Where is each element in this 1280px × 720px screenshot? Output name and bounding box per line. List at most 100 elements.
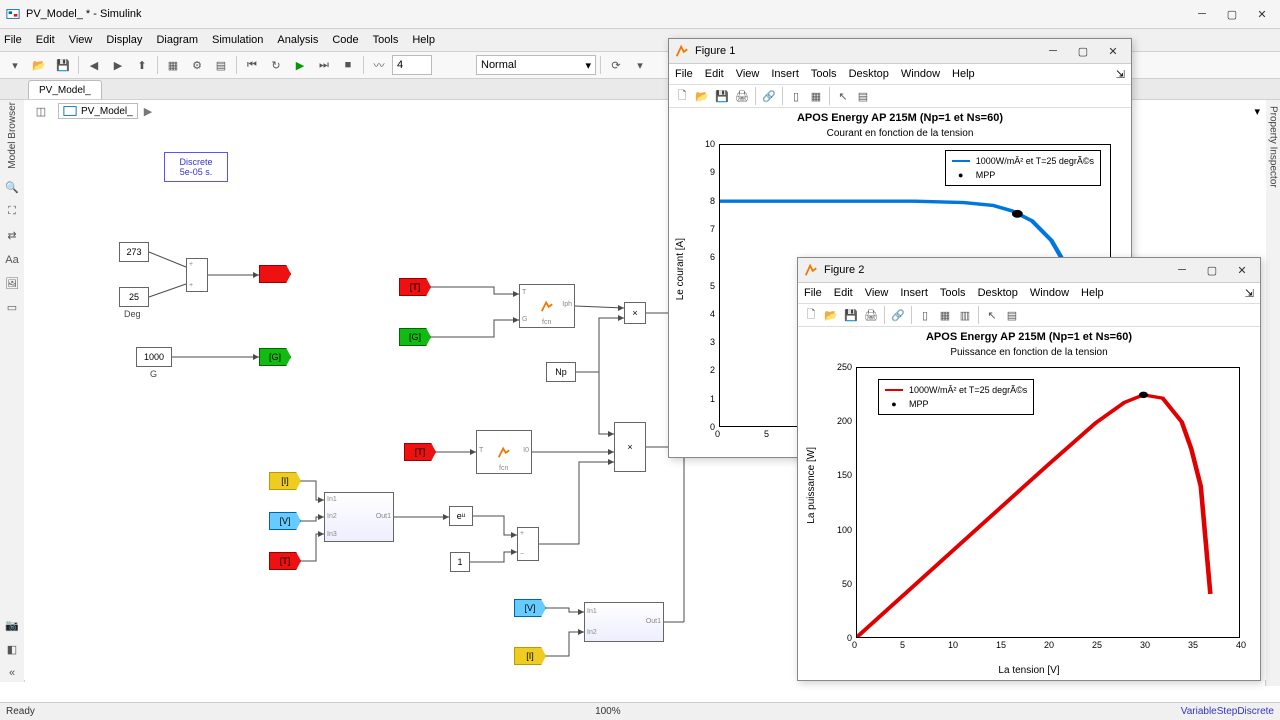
fig1-menu-edit[interactable]: Edit xyxy=(705,68,724,80)
fig2-layout2-icon[interactable]: ▦ xyxy=(936,306,954,324)
fig2-menu-help[interactable]: Help xyxy=(1081,287,1104,299)
fig2-layout3-icon[interactable]: ▥ xyxy=(956,306,974,324)
fig2-layout1-icon[interactable]: ▯ xyxy=(916,306,934,324)
menu-edit[interactable]: Edit xyxy=(36,34,55,46)
fig1-print-icon[interactable]: 🖨 xyxy=(733,87,751,105)
const-25[interactable]: 25 xyxy=(119,287,149,307)
fig1-minimize-icon[interactable]: ─ xyxy=(1041,41,1065,61)
subtract-block[interactable]: + − xyxy=(517,527,539,561)
sum-block[interactable]: + + xyxy=(186,258,208,292)
figure2-window[interactable]: Figure 2 ─ ▢ ✕ File Edit View Insert Too… xyxy=(797,257,1261,681)
record-icon[interactable]: 〰 xyxy=(368,54,390,76)
minimize-icon[interactable]: ─ xyxy=(1190,4,1214,24)
fig2-menu-desktop[interactable]: Desktop xyxy=(978,287,1018,299)
fig2-dock-icon[interactable]: ⇲ xyxy=(1245,287,1254,300)
from-I1[interactable]: [I] xyxy=(269,472,301,490)
from-V2[interactable]: [V] xyxy=(514,599,546,617)
fig2-close-icon[interactable]: ✕ xyxy=(1230,260,1254,280)
from-G1[interactable]: [G] xyxy=(399,328,431,346)
fastrestart-icon[interactable]: ⟳ xyxy=(605,54,627,76)
fit-icon[interactable]: ⛶ xyxy=(3,203,21,221)
zoom-icon[interactable]: 🔍 xyxy=(3,179,21,197)
fig1-insert-icon[interactable]: ▤ xyxy=(854,87,872,105)
menu-tools[interactable]: Tools xyxy=(373,34,399,46)
breadcrumb-dropdown-icon[interactable]: ▾ xyxy=(1254,105,1260,118)
from-T1[interactable]: [T] xyxy=(399,278,431,296)
fig1-menu-desktop[interactable]: Desktop xyxy=(849,68,889,80)
from-I2[interactable]: [I] xyxy=(514,647,546,665)
fig1-maximize-icon[interactable]: ▢ xyxy=(1071,41,1095,61)
menu-simulation[interactable]: Simulation xyxy=(212,34,263,46)
fig2-titlebar[interactable]: Figure 2 ─ ▢ ✕ xyxy=(798,258,1260,283)
from-T2[interactable]: [T] xyxy=(404,443,436,461)
fig2-menu-edit[interactable]: Edit xyxy=(834,287,853,299)
pan-icon[interactable]: ⇄ xyxy=(3,227,21,245)
fig1-titlebar[interactable]: Figure 1 ─ ▢ ✕ xyxy=(669,39,1131,64)
restart-icon[interactable]: ↻ xyxy=(265,54,287,76)
subsystem2[interactable]: In1 In2 Out1 xyxy=(584,602,664,642)
const-np[interactable]: Np xyxy=(546,362,576,382)
fcn-i0[interactable]: T I0 fcn xyxy=(476,430,532,474)
fig1-close-icon[interactable]: ✕ xyxy=(1101,41,1125,61)
birdseye-icon[interactable]: ◧ xyxy=(3,640,21,658)
property-inspector-label[interactable]: Property Inspector xyxy=(1268,106,1279,686)
fcn-iph[interactable]: T G Iph fcn xyxy=(519,284,575,328)
stop-icon[interactable]: ■ xyxy=(337,54,359,76)
from-V1[interactable]: [V] xyxy=(269,512,301,530)
product2[interactable]: × xyxy=(614,422,646,472)
run-icon[interactable]: ▶ xyxy=(289,54,311,76)
const-1[interactable]: 1 xyxy=(450,552,470,572)
menu-help[interactable]: Help xyxy=(412,34,435,46)
fig1-menu-tools[interactable]: Tools xyxy=(811,68,837,80)
highlight-icon[interactable]: ▭ xyxy=(3,299,21,317)
fig1-menu-window[interactable]: Window xyxy=(901,68,940,80)
status-solver[interactable]: VariableStepDiscrete xyxy=(1181,706,1274,717)
fig1-new-icon[interactable]: 🗋 xyxy=(673,87,691,105)
breadcrumb-root[interactable]: PV_Model_ xyxy=(58,103,138,119)
back-icon[interactable]: ◀ xyxy=(83,54,105,76)
fig1-cursor-icon[interactable]: ↖ xyxy=(834,87,852,105)
fig2-minimize-icon[interactable]: ─ xyxy=(1170,260,1194,280)
sim-mode-select[interactable]: Normal▾ xyxy=(476,55,596,75)
step-back-icon[interactable]: ⏮ xyxy=(241,54,263,76)
new-icon[interactable]: ▾ xyxy=(4,54,26,76)
fig1-layout2-icon[interactable]: ▦ xyxy=(807,87,825,105)
open-icon[interactable]: 📂 xyxy=(28,54,50,76)
forward-icon[interactable]: ▶ xyxy=(107,54,129,76)
fig2-menu-insert[interactable]: Insert xyxy=(900,287,928,299)
library-icon[interactable]: ▦ xyxy=(162,54,184,76)
screenshot-icon[interactable]: 📷 xyxy=(3,616,21,634)
stop-time-field[interactable]: 4 xyxy=(392,55,432,75)
fig2-menu-view[interactable]: View xyxy=(865,287,889,299)
const-1000[interactable]: 1000 xyxy=(136,347,172,367)
config-icon[interactable]: ⚙ xyxy=(186,54,208,76)
close-icon[interactable]: ✕ xyxy=(1250,4,1274,24)
maximize-icon[interactable]: ▢ xyxy=(1220,4,1244,24)
deploy-icon[interactable]: ▾ xyxy=(629,54,651,76)
menu-code[interactable]: Code xyxy=(332,34,358,46)
goto-G[interactable]: [G] xyxy=(259,348,291,366)
menu-analysis[interactable]: Analysis xyxy=(277,34,318,46)
model-tab[interactable]: PV_Model_ xyxy=(28,80,102,99)
fig1-open-icon[interactable]: 📂 xyxy=(693,87,711,105)
fig1-dock-icon[interactable]: ⇲ xyxy=(1116,68,1125,81)
fig2-print-icon[interactable]: 🖨 xyxy=(862,306,880,324)
fig2-menu-tools[interactable]: Tools xyxy=(940,287,966,299)
collapse-icon[interactable]: « xyxy=(3,664,21,682)
menu-view[interactable]: View xyxy=(69,34,93,46)
product1[interactable]: × xyxy=(624,302,646,324)
fig1-menu-file[interactable]: File xyxy=(675,68,693,80)
model-browser-label[interactable]: Model Browser xyxy=(7,102,18,169)
fig2-link-icon[interactable]: 🔗 xyxy=(889,306,907,324)
exp-block[interactable]: eᵘ xyxy=(449,506,473,526)
image-icon[interactable]: 🖼 xyxy=(3,275,21,293)
fig2-new-icon[interactable]: 🗋 xyxy=(802,306,820,324)
menu-diagram[interactable]: Diagram xyxy=(156,34,198,46)
fig1-menu-view[interactable]: View xyxy=(736,68,760,80)
fig1-menu-help[interactable]: Help xyxy=(952,68,975,80)
subsystem1[interactable]: In1 In2 In3 Out1 xyxy=(324,492,394,542)
fig1-layout1-icon[interactable]: ▯ xyxy=(787,87,805,105)
goto-T[interactable] xyxy=(259,265,291,283)
fig2-menu-window[interactable]: Window xyxy=(1030,287,1069,299)
fig2-menu-file[interactable]: File xyxy=(804,287,822,299)
